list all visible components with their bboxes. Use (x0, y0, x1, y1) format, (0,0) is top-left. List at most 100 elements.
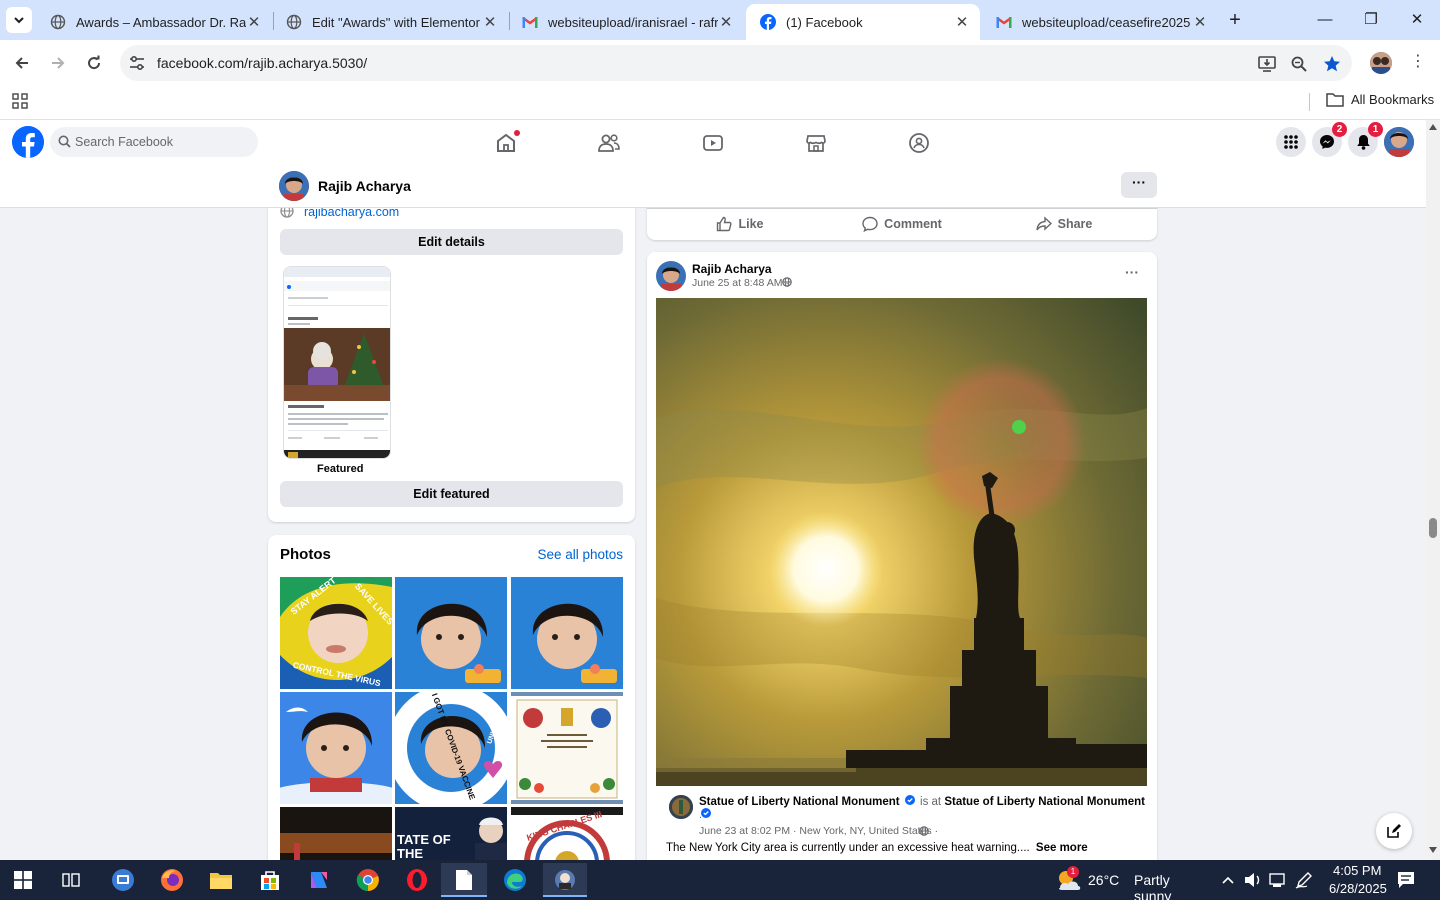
photo-tile[interactable]: TATE OF THE (395, 807, 507, 860)
install-app-icon[interactable] (1256, 53, 1278, 75)
zoom-icon[interactable] (1288, 53, 1310, 75)
shared-page-name[interactable]: Statue of Liberty National Monument (699, 796, 900, 808)
reload-button[interactable] (81, 50, 107, 76)
shared-timestamp[interactable]: June 23 at 8:02 PM · New York, NY, Unite… (699, 825, 938, 837)
shared-page-avatar[interactable] (669, 795, 693, 819)
taskbar-app[interactable] (108, 866, 138, 894)
taskbar-copilot[interactable] (304, 866, 334, 894)
account-avatar[interactable] (1384, 127, 1414, 157)
taskbar-firefox[interactable] (157, 866, 187, 894)
shared-place-name[interactable]: Statue of Liberty National Monument (944, 796, 1145, 808)
close-icon[interactable]: ✕ (1192, 13, 1208, 31)
profile-avatar[interactable] (279, 171, 309, 201)
messenger-button[interactable]: 2 (1312, 122, 1347, 157)
see-more-link[interactable]: See more (1036, 842, 1088, 854)
taskbar-file-explorer[interactable] (206, 866, 236, 894)
taskbar-app-active[interactable] (543, 863, 587, 897)
minimize-button[interactable]: — (1310, 8, 1340, 32)
page-scrollbar[interactable] (1426, 120, 1440, 860)
site-info-icon[interactable] (128, 54, 146, 72)
clock-time[interactable]: 4:05 PM (1333, 863, 1381, 878)
photo-tile[interactable] (395, 577, 507, 689)
back-button[interactable] (9, 50, 35, 76)
photo-tile[interactable]: STAY ALERT SAVE LIVES CONTROL THE VIRUS (280, 577, 392, 689)
nav-groups[interactable] (905, 130, 933, 156)
share-button[interactable]: Share (983, 210, 1145, 238)
pen-icon (1295, 872, 1312, 889)
notification-center-button[interactable] (1392, 866, 1420, 894)
restore-button[interactable]: ❐ (1356, 8, 1386, 32)
new-tab-button[interactable]: + (1222, 8, 1248, 34)
edit-details-button[interactable]: Edit details (280, 229, 623, 255)
browser-tab-elementor[interactable]: Edit "Awards" with Elementor ✕ (272, 4, 508, 40)
network-button[interactable] (1266, 866, 1290, 894)
featured-item[interactable] (283, 266, 391, 459)
nav-video[interactable] (699, 130, 727, 156)
forward-button[interactable] (45, 50, 71, 76)
volume-button[interactable] (1241, 866, 1265, 894)
close-icon[interactable]: ✕ (246, 13, 262, 31)
close-icon[interactable]: ✕ (954, 13, 970, 31)
see-all-photos-link[interactable]: See all photos (537, 547, 623, 562)
menu-button[interactable] (1276, 127, 1306, 157)
photo-tile[interactable]: I GOT MY COVID-19 VACCINE UNICEF (395, 692, 507, 804)
address-bar[interactable]: facebook.com/rajib.acharya.5030/ (120, 45, 1352, 81)
scroll-down-arrow-icon[interactable] (1429, 847, 1437, 853)
post-options-button[interactable]: ··· (1125, 264, 1139, 280)
start-button[interactable] (8, 866, 38, 894)
scrollbar-thumb[interactable] (1429, 518, 1437, 538)
tab-search-button[interactable] (6, 7, 32, 33)
edit-featured-button[interactable]: Edit featured (280, 481, 623, 507)
facebook-search-input[interactable]: Search Facebook (50, 127, 258, 157)
browser-menu-icon[interactable]: ⋮ (1408, 52, 1428, 74)
taskbar-store[interactable] (255, 866, 285, 894)
comment-button[interactable]: Comment (821, 210, 983, 238)
all-bookmarks-button[interactable]: All Bookmarks (1326, 92, 1434, 107)
photo-tile[interactable] (511, 577, 623, 689)
firefox-icon (161, 869, 183, 891)
nav-home[interactable] (492, 130, 520, 156)
post-timestamp[interactable]: June 25 at 8:48 AM · (692, 277, 789, 289)
taskbar-chrome[interactable] (353, 866, 383, 894)
post-image[interactable] (656, 298, 1147, 786)
apps-grid-icon[interactable] (12, 93, 28, 109)
browser-tab-awards[interactable]: Awards – Ambassador Dr. Rajib ✕ (36, 4, 272, 40)
taskbar-edge[interactable] (500, 866, 530, 894)
photo-tile[interactable]: KING CHARLES III (511, 807, 623, 860)
notifications-button[interactable]: 1 (1348, 122, 1383, 157)
photo-tile[interactable] (280, 692, 392, 804)
browser-tab-facebook[interactable]: (1) Facebook ✕ (746, 4, 980, 40)
taskbar-notepad[interactable] (441, 863, 487, 897)
facebook-logo[interactable] (12, 126, 44, 158)
opera-icon (407, 869, 427, 891)
profile-name[interactable]: Rajib Acharya (318, 178, 411, 194)
facebook-header: Search Facebook 2 1 (0, 120, 1426, 164)
clock-date[interactable]: 6/28/2025 (1329, 881, 1387, 896)
photo-tile[interactable] (511, 692, 623, 804)
post-author-name[interactable]: Rajib Acharya (692, 262, 772, 276)
bell-icon (1356, 135, 1370, 150)
network-icon (1269, 873, 1285, 887)
post-author-avatar[interactable] (656, 261, 686, 291)
new-message-button[interactable] (1376, 813, 1412, 849)
close-window-button[interactable]: ✕ (1402, 8, 1432, 32)
like-button[interactable]: Like (659, 210, 821, 238)
scroll-up-arrow-icon[interactable] (1429, 124, 1437, 130)
taskbar-opera[interactable] (402, 866, 432, 894)
close-icon[interactable]: ✕ (718, 13, 734, 31)
browser-tab-gmail-ceasefire[interactable]: websiteupload/ceasefire2025 - ✕ (982, 4, 1218, 40)
browser-tab-gmail-iranisrael[interactable]: websiteupload/iranisrael - rafre ✕ (508, 4, 744, 40)
website-link[interactable]: rajibacharya.com (304, 208, 399, 219)
weather-widget[interactable]: 1 26°C Partly sunny (1054, 866, 1204, 900)
show-hidden-icons-button[interactable] (1216, 866, 1240, 894)
browser-profile-avatar[interactable] (1370, 52, 1392, 74)
pen-menu-button[interactable] (1292, 866, 1316, 894)
bookmark-star-icon[interactable] (1321, 53, 1343, 75)
nav-friends[interactable] (595, 130, 623, 156)
photo-tile[interactable] (280, 807, 392, 860)
nav-marketplace[interactable] (802, 130, 830, 156)
profile-more-button[interactable]: ··· (1121, 172, 1157, 198)
task-view-button[interactable] (56, 866, 86, 894)
close-icon[interactable]: ✕ (482, 13, 498, 31)
share-icon (1035, 216, 1052, 231)
